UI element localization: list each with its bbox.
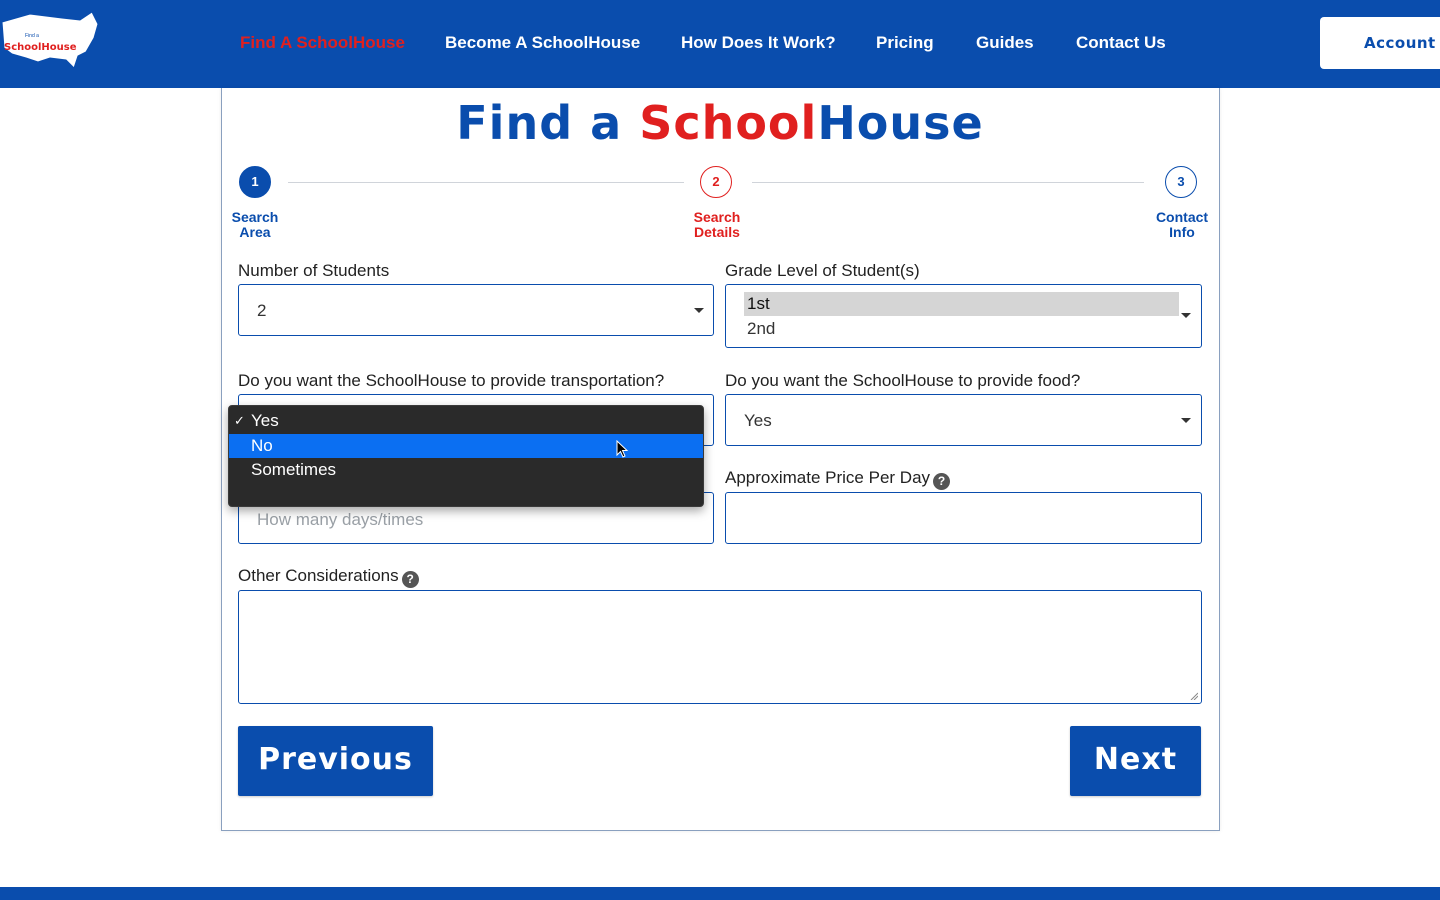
step-connector-1	[288, 182, 684, 183]
top-navbar: Find a SchoolHouse Find A SchoolHouse Be…	[0, 0, 1440, 88]
nav-pricing[interactable]: Pricing	[876, 33, 934, 53]
account-button[interactable]: Account	[1320, 17, 1440, 69]
step-1-circle[interactable]: 1	[239, 166, 271, 198]
nav-contact-us[interactable]: Contact Us	[1076, 33, 1166, 53]
chevron-down-icon	[694, 308, 704, 313]
step-2-label-line2: Details	[694, 224, 740, 240]
step-2-label: Search Details	[677, 210, 757, 240]
next-button[interactable]: Next	[1070, 726, 1201, 796]
step-connector-2	[752, 182, 1144, 183]
price-per-day-input[interactable]	[725, 492, 1202, 544]
chevron-down-icon	[1181, 313, 1191, 318]
page-title: Find a SchoolHouse	[0, 96, 1440, 150]
chevron-down-icon	[1181, 418, 1191, 423]
step-1-label: Search Area	[215, 210, 295, 240]
nav-how-it-works[interactable]: How Does It Work?	[681, 33, 836, 53]
footer-bar	[0, 887, 1440, 900]
account-button-label: Account	[1364, 34, 1436, 52]
transport-option-sometimes[interactable]: Sometimes	[229, 458, 703, 482]
grade-option-2nd[interactable]: 2nd	[744, 317, 1179, 341]
other-considerations-label: Other Considerations?	[238, 566, 419, 588]
transport-label: Do you want the SchoolHouse to provide t…	[238, 371, 665, 390]
step-1-label-line2: Area	[239, 224, 271, 240]
transport-option-no-label: No	[251, 436, 273, 455]
price-label-text: Approximate Price Per Day	[725, 468, 931, 487]
previous-button[interactable]: Previous	[238, 726, 433, 796]
transport-option-no[interactable]: No	[229, 434, 703, 458]
grade-option-1st[interactable]: 1st	[744, 292, 1179, 316]
grade-level-listbox[interactable]: 1st 2nd	[725, 284, 1202, 348]
food-label: Do you want the SchoolHouse to provide f…	[725, 371, 1081, 390]
nav-find-schoolhouse[interactable]: Find A SchoolHouse	[240, 33, 405, 53]
step-3-label-line1: Contact	[1155, 209, 1209, 225]
transport-dropdown-menu: ✓ Yes No Sometimes	[228, 405, 704, 507]
num-students-label: Number of Students	[238, 261, 390, 280]
site-logo[interactable]: Find a SchoolHouse	[0, 8, 100, 78]
other-considerations-label-text: Other Considerations	[238, 566, 399, 585]
num-students-value: 2	[257, 301, 267, 320]
other-considerations-textarea[interactable]	[238, 590, 1202, 704]
transport-option-yes[interactable]: ✓ Yes	[229, 409, 703, 433]
step-1-label-line1: Search	[231, 209, 279, 225]
logo-text: SchoolHouse	[4, 42, 77, 53]
title-part-find: Find a	[456, 96, 640, 150]
previous-button-label: Previous	[258, 742, 413, 777]
resize-handle-icon[interactable]	[1190, 692, 1198, 700]
mouse-cursor-icon	[616, 440, 629, 458]
nav-become-schoolhouse[interactable]: Become A SchoolHouse	[445, 33, 640, 53]
title-part-school: School	[639, 96, 818, 150]
grade-level-label: Grade Level of Student(s)	[725, 261, 920, 280]
days-times-placeholder: How many days/times	[257, 510, 424, 529]
transport-option-yes-label: Yes	[251, 411, 279, 430]
nav-guides[interactable]: Guides	[976, 33, 1034, 53]
step-3-label-line2: Info	[1169, 224, 1195, 240]
checkmark-icon: ✓	[234, 413, 245, 428]
step-3-circle: 3	[1165, 166, 1197, 198]
transport-option-sometimes-label: Sometimes	[251, 460, 337, 479]
title-part-house: House	[817, 96, 984, 150]
step-3-label: Contact Info	[1142, 210, 1222, 240]
food-select[interactable]: Yes	[725, 394, 1202, 446]
num-students-select[interactable]: 2	[238, 284, 714, 336]
logo-tagline: Find a	[25, 33, 39, 39]
food-value: Yes	[744, 411, 772, 430]
step-2-circle: 2	[700, 166, 732, 198]
next-button-label: Next	[1093, 742, 1178, 777]
price-label: Approximate Price Per Day?	[725, 468, 951, 490]
step-2-label-line1: Search	[693, 209, 741, 225]
help-icon[interactable]: ?	[933, 473, 951, 490]
help-icon[interactable]: ?	[401, 571, 419, 588]
